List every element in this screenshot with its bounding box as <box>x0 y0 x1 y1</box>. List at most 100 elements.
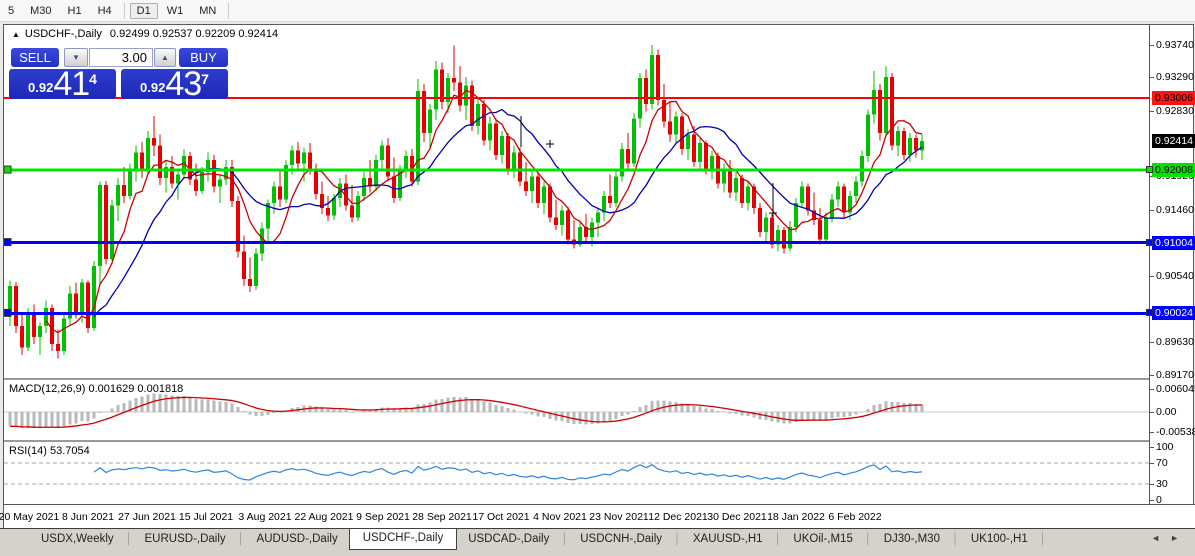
tab-scroll-arrows[interactable]: ◄► <box>1151 533 1189 543</box>
sell-quote-display[interactable]: 0.92414 <box>9 69 116 99</box>
price-tick-label: 0.89170 <box>1156 369 1194 381</box>
candle-body <box>830 200 834 218</box>
candle <box>68 286 72 326</box>
line-handle[interactable] <box>1146 309 1153 316</box>
macd-histogram-bar <box>459 397 462 412</box>
chart-tab-usdcnh[interactable]: USDCNH-,Daily <box>569 530 673 549</box>
candle <box>236 196 240 257</box>
macd-histogram-bar <box>513 409 516 412</box>
price-axis[interactable]: 0.937400.932900.928300.919200.914600.905… <box>1150 25 1195 504</box>
candle-body <box>290 150 294 164</box>
timeframe-button-m30[interactable]: M30 <box>23 3 58 19</box>
timeframe-button-h4[interactable]: H4 <box>91 3 119 19</box>
macd-histogram-bar <box>525 412 528 414</box>
macd-tick-label: 0.00 <box>1156 406 1176 418</box>
candle-body <box>92 266 96 328</box>
candle <box>776 225 780 252</box>
chart-tab-uk100[interactable]: UK100-,H1 <box>960 530 1039 549</box>
macd-histogram-bar <box>165 394 168 412</box>
macd-histogram-bar <box>699 407 702 412</box>
candle <box>38 322 42 354</box>
macd-histogram-bar <box>201 399 204 412</box>
candle-body <box>428 109 432 133</box>
candle-body <box>614 176 618 203</box>
sell-button[interactable]: SELL <box>11 48 59 67</box>
chart-tab-ukoil[interactable]: UKOil-,M15 <box>782 530 863 549</box>
timeframe-button-mn[interactable]: MN <box>192 3 223 19</box>
candle <box>818 208 822 244</box>
macd-histogram-bar <box>69 412 72 424</box>
candle-body <box>704 143 708 169</box>
timeframe-button-d1[interactable]: D1 <box>130 3 158 19</box>
macd-histogram-bar <box>723 411 726 412</box>
candle <box>782 227 786 254</box>
candle <box>146 131 150 174</box>
candle <box>806 184 810 216</box>
sell-price-point: 4 <box>89 71 97 87</box>
tab-scroll-left-icon[interactable]: ◄ <box>1151 533 1170 543</box>
candle <box>20 315 24 355</box>
chart-tab-dj30[interactable]: DJ30-,M30 <box>873 530 951 549</box>
candle <box>158 135 162 186</box>
candle-body <box>758 208 762 232</box>
sell-price-pips: 41 <box>53 69 89 99</box>
macd-histogram-bar <box>27 412 30 428</box>
macd-histogram-bar <box>639 407 642 412</box>
tab-scroll-right-icon[interactable]: ► <box>1170 533 1189 543</box>
candle-body <box>626 149 630 163</box>
buy-price-pips: 43 <box>165 69 201 99</box>
macd-histogram-bar <box>621 412 624 416</box>
macd-histogram-bar <box>207 399 210 412</box>
candle <box>206 153 210 182</box>
candle-body <box>476 104 480 126</box>
chart-window: ▲USDCHF-,Daily0.92499 0.92537 0.92209 0.… <box>3 24 1194 528</box>
macd-histogram-bar <box>609 412 612 421</box>
candle-body <box>500 136 504 155</box>
candle-body <box>194 179 198 191</box>
chart-tab-audusd[interactable]: AUDUSD-,Daily <box>246 530 349 549</box>
line-handle[interactable] <box>1146 166 1153 173</box>
macd-histogram-bar <box>345 410 348 412</box>
date-axis[interactable]: 20 May 20218 Jun 202127 Jun 202115 Jul 2… <box>4 504 1195 529</box>
candle <box>812 192 816 224</box>
chart-tab-usdcad[interactable]: USDCAD-,Daily <box>457 530 560 549</box>
volume-input[interactable]: 3.00 <box>89 48 153 67</box>
timeframe-button-5[interactable]: 5 <box>1 3 21 19</box>
macd-histogram-bar <box>843 412 846 417</box>
timeframe-button-w1[interactable]: W1 <box>160 3 191 19</box>
line-handle[interactable] <box>4 309 11 316</box>
candle <box>788 221 792 251</box>
candle-body <box>374 160 378 187</box>
candle-body <box>878 90 882 133</box>
chart-tab-usdchf[interactable]: USDCHF-,Daily <box>349 528 458 550</box>
timeframe-button-h1[interactable]: H1 <box>61 3 89 19</box>
buy-quote-display[interactable]: 0.92437 <box>121 69 228 99</box>
macd-histogram-bar <box>813 412 816 420</box>
macd-histogram-bar <box>123 403 126 412</box>
line-handle[interactable] <box>4 166 11 173</box>
macd-histogram-bar <box>507 408 510 412</box>
candle <box>254 249 258 290</box>
macd-histogram-bar <box>189 397 192 412</box>
line-handle[interactable] <box>1146 239 1153 246</box>
rsi-plot[interactable] <box>4 442 1149 504</box>
candle-body <box>218 179 222 186</box>
candle-body <box>644 78 648 104</box>
candle <box>230 160 234 207</box>
candle-body <box>242 252 246 279</box>
macd-histogram-bar <box>225 402 228 412</box>
macd-histogram-bar <box>249 412 252 415</box>
tab-separator: │ <box>673 533 682 545</box>
line-handle[interactable] <box>4 239 11 246</box>
candle-body <box>800 187 804 204</box>
chart-tab-xauusd[interactable]: XAUUSD-,H1 <box>682 530 774 549</box>
macd-histogram-bar <box>579 412 582 424</box>
candle-body <box>302 153 306 164</box>
macd-histogram-bar <box>273 412 276 413</box>
rsi-line <box>94 465 922 480</box>
candle-body <box>890 77 894 146</box>
candle-body <box>560 210 564 224</box>
candle <box>482 100 486 145</box>
chart-tab-eurusd[interactable]: EURUSD-,Daily <box>134 530 237 549</box>
chart-tab-usdx[interactable]: USDX,Weekly <box>30 530 125 549</box>
